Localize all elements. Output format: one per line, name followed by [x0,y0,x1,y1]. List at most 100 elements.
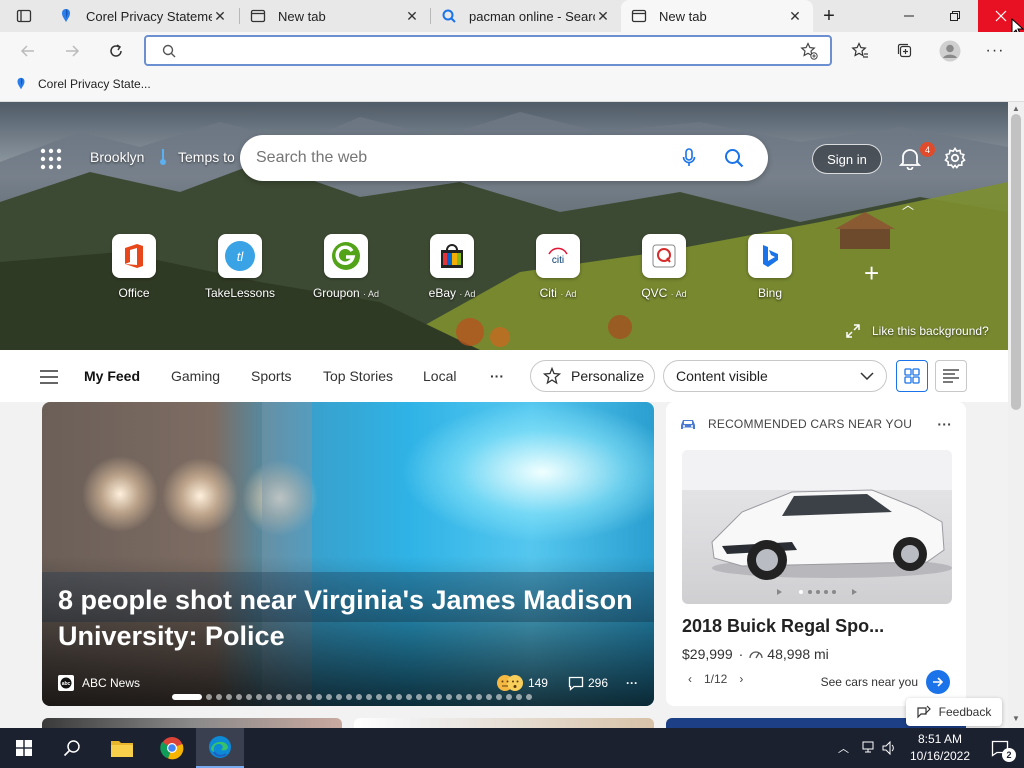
carousel-dot[interactable] [516,694,522,700]
carousel-dot[interactable] [496,694,502,700]
carousel-dot[interactable] [456,694,462,700]
content-visibility-select[interactable]: Content visible [663,360,887,392]
story-source[interactable]: ABC News [82,676,140,690]
address-input[interactable] [184,42,800,59]
carousel-dot[interactable] [366,694,372,700]
carousel-dot[interactable] [266,694,272,700]
web-search-input[interactable] [256,149,682,167]
carousel-dot[interactable] [426,694,432,700]
pager-prev-icon[interactable]: ‹ [688,672,692,686]
tab-corel-privacy[interactable]: Corel Privacy Statement ✕ [48,0,238,32]
page-scrollbar[interactable]: ▲ ▼ [1008,102,1024,728]
address-bar[interactable] [144,35,832,66]
feed-more-button[interactable]: ··· [490,368,504,384]
minimize-button[interactable] [886,0,932,32]
carousel-dot[interactable] [316,694,322,700]
tab-my-feed[interactable]: My Feed [84,368,140,384]
quick-link-bing[interactable]: Bing [730,234,810,300]
carousel-dot[interactable] [416,694,422,700]
scrollbar-thumb[interactable] [1011,114,1021,410]
carousel-dot[interactable] [466,694,472,700]
tab-pacman-search[interactable]: pacman online - Search ✕ [431,0,621,32]
personalize-button[interactable]: Personalize [530,360,655,392]
forward-button[interactable] [56,36,88,66]
sign-in-button[interactable]: Sign in [812,144,882,174]
collapse-chevron-icon[interactable]: ︿ [902,196,914,213]
tab-top-stories[interactable]: Top Stories [323,368,393,384]
close-tab-icon[interactable]: ✕ [595,8,611,24]
car-title[interactable]: 2018 Buick Regal Spo... [682,616,884,637]
tab-actions-button[interactable] [0,0,48,32]
carousel-dot[interactable] [346,694,352,700]
car-photo[interactable] [682,450,952,604]
carousel-dot[interactable] [506,694,512,700]
weather-label[interactable]: Temps to [178,149,235,165]
carousel-dot[interactable] [376,694,382,700]
cars-card-more-button[interactable]: ··· [937,416,952,432]
tab-new-tab-1[interactable]: New tab ✕ [240,0,430,32]
start-button[interactable] [0,728,48,768]
scroll-down-icon[interactable]: ▼ [1012,714,1020,723]
main-story-card[interactable]: 8 people shot near Virginia's James Madi… [42,402,654,706]
carousel-dot[interactable] [396,694,402,700]
apps-launcher-button[interactable] [40,148,62,170]
back-button[interactable] [12,36,44,66]
page-settings-button[interactable] [944,147,966,169]
quick-link-office[interactable]: Office [94,234,174,300]
carousel-dot[interactable] [476,694,482,700]
file-explorer-button[interactable] [98,728,146,768]
recommended-cars-card[interactable]: RECOMMENDED CARS NEAR YOU ··· 2018 Buick… [666,402,966,706]
scroll-up-icon[interactable]: ▲ [1012,104,1020,113]
feedback-button[interactable]: Feedback [906,698,1002,726]
restore-button[interactable] [932,0,978,32]
chrome-button[interactable] [148,728,196,768]
carousel-dot[interactable] [336,694,342,700]
volume-icon[interactable] [882,741,898,755]
quick-link-citi[interactable]: citi Citi · Ad [518,234,598,300]
carousel-dot[interactable] [406,694,412,700]
quick-link-ebay[interactable]: eBay · Ad [412,234,492,300]
carousel-dot[interactable] [226,694,232,700]
collections-button[interactable] [889,36,921,66]
taskbar-search-button[interactable] [48,728,96,768]
carousel-dot[interactable] [276,694,282,700]
favorite-corel-privacy[interactable]: Corel Privacy State... [14,76,151,92]
add-quick-link-button[interactable]: + [864,258,879,289]
carousel-dot[interactable] [386,694,392,700]
carousel-dot[interactable] [256,694,262,700]
web-search-box[interactable] [240,135,768,181]
add-favorite-icon[interactable] [800,41,818,60]
story-more-button[interactable]: ··· [626,676,638,690]
carousel-dot[interactable] [436,694,442,700]
carousel-dot[interactable] [326,694,332,700]
search-icon[interactable] [724,148,744,168]
carousel-dot[interactable] [206,694,212,700]
tab-sports[interactable]: Sports [251,368,291,384]
location-label[interactable]: Brooklyn [90,149,144,165]
grid-view-button[interactable] [896,360,928,392]
carousel-dot[interactable] [246,694,252,700]
carousel-dot[interactable] [296,694,302,700]
quick-link-qvc[interactable]: QVC · Ad [624,234,704,300]
refresh-button[interactable] [100,36,132,66]
carousel-dot[interactable] [216,694,222,700]
carousel-dot[interactable] [236,694,242,700]
close-tab-icon[interactable]: ✕ [404,8,420,24]
close-tab-icon[interactable]: ✕ [787,8,803,24]
new-tab-button[interactable]: + [813,0,845,32]
settings-more-button[interactable]: ··· [979,36,1011,66]
carousel-dot[interactable] [486,694,492,700]
favorites-button[interactable] [844,36,876,66]
tab-gaming[interactable]: Gaming [171,368,220,384]
carousel-dot[interactable] [356,694,362,700]
story-headline[interactable]: 8 people shot near Virginia's James Madi… [58,582,648,654]
feed-menu-button[interactable] [40,370,58,384]
network-icon[interactable] [862,741,878,755]
list-view-button[interactable] [935,360,967,392]
profile-button[interactable] [934,36,966,66]
tab-local[interactable]: Local [423,368,456,384]
carousel-dot[interactable] [446,694,452,700]
tray-chevron-icon[interactable]: ︿ [838,740,849,756]
carousel-dot[interactable] [286,694,292,700]
quick-link-groupon[interactable]: Groupon · Ad [306,234,386,300]
